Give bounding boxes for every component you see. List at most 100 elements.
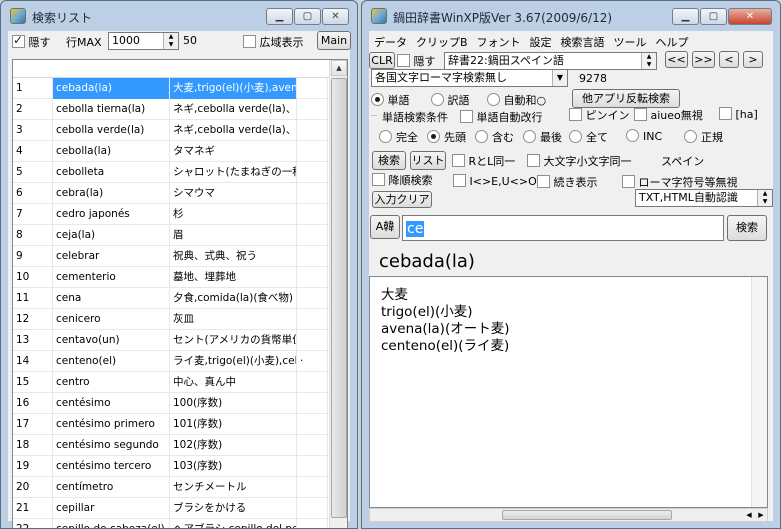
table-row[interactable]: 4 cebolla(la) タマネギ [13,141,347,162]
continue-display-checkbox[interactable]: 続き表示 [537,174,598,190]
menu-tools[interactable]: ツール [609,31,651,50]
menu-settings[interactable]: 設定 [525,31,556,50]
table-row[interactable]: 6 cebra(la) シマウマ [13,183,347,204]
romaji-ignore-check-icon[interactable] [622,175,635,188]
reverse-order-checkbox[interactable]: 降順検索 [372,172,433,188]
minimize-button[interactable]: ▁ [672,8,699,25]
row-max-spinner[interactable]: 1000 ▲ ▼ [108,32,179,50]
case-same-check-icon[interactable] [527,154,540,167]
mode-word-radio[interactable]: 単語 [371,92,410,108]
table-row[interactable]: 22 cepillo de cabeza(el) ヘアブラシ,cepillo del… [13,519,347,528]
menu-clipboard[interactable]: クリップB [411,31,472,50]
radio-icon[interactable] [523,130,536,143]
maximize-button[interactable]: ▢ [700,8,727,25]
hide-checkbox[interactable]: 隠す [397,53,436,69]
table-row[interactable]: 19 centésimo tercero 103(序数) [13,456,347,477]
hide-check-icon[interactable] [397,54,410,67]
result-text-area[interactable]: 大麦 trigo(el)(小麦) avena(la)(オート麦) centeno(el… [369,276,768,508]
scroll-right-icon[interactable]: ▶ [755,509,767,521]
table-row[interactable]: 2 cebolla tierna(la) ネギ,cebolla verde(la)、… [13,99,347,120]
radio-icon[interactable] [626,129,639,142]
table-row[interactable]: 1cebada(la)大麦,trigo(el)(小麦),avena(la) [13,78,347,99]
ha-check-icon[interactable] [719,107,732,120]
minimize-button[interactable]: ▁ [266,8,293,25]
chevron-down-icon[interactable]: ▼ [552,70,567,86]
vertical-scrollbar[interactable] [751,277,767,507]
wide-display-checkbox[interactable]: 広域表示 [243,34,304,50]
encoding-select[interactable]: TXT,HTML自動認識 ▲ ▼ [635,189,773,207]
table-row[interactable]: 9 celebrar 祝典、式典、祝う [13,246,347,267]
vowel-swap-check-icon[interactable] [453,174,466,187]
wide-display-check-icon[interactable] [243,35,256,48]
list-button[interactable]: リスト [410,151,446,170]
romaji-select[interactable]: 各国文字ローマ字検索無し ▼ [371,69,568,87]
case-same-checkbox[interactable]: 大文字小文字同一 [527,153,632,169]
input-clear-button[interactable]: 入力クリア [372,191,432,208]
menu-help[interactable]: ヘルプ [651,31,693,50]
select-arrows-icon[interactable]: ▲ ▼ [757,190,772,206]
match-radio-3[interactable]: 最後 [523,129,562,145]
scroll-up-icon[interactable]: ▲ [331,60,347,76]
select-arrows-icon[interactable]: ▲ ▼ [641,53,656,69]
reverse-order-check-icon[interactable] [372,173,385,186]
table-row[interactable]: 16 centésimo 100(序数) [13,393,347,414]
radio-icon[interactable] [569,130,582,143]
match-radio-0[interactable]: 完全 [379,129,418,145]
first-button[interactable]: << [665,51,688,68]
dictionary-select[interactable]: 辞書22:鍋田スペイン語 ▲ ▼ [444,52,657,70]
main-button[interactable]: Main [317,31,351,50]
title-bar[interactable]: 検索リスト ▁ ▢ ✕ [1,1,357,31]
table-row[interactable]: 15 centro 中心、真ん中 [13,372,347,393]
clr-button[interactable]: CLR [369,52,395,69]
close-button[interactable]: ✕ [728,8,772,25]
korean-input-button[interactable]: A韓 [370,215,400,239]
table-row[interactable]: 18 centésimo segundo 102(序数) [13,435,347,456]
prev-button[interactable]: < [719,51,739,68]
table-row[interactable]: 14centeno(el)ライ麦,trigo(el)(小麦),cebada· [13,351,347,372]
match-radio-1[interactable]: 先頭 [427,129,466,145]
reverse-search-button[interactable]: 他アプリ反転検索 [572,89,680,108]
auto-newline-check-icon[interactable] [460,110,473,123]
radio-icon[interactable] [379,130,392,143]
search-result-list[interactable]: 1cebada(la)大麦,trigo(el)(小麦),avena(la)2ce… [12,59,348,528]
rl-same-checkbox[interactable]: RとL同一 [452,153,515,169]
romaji-ignore-checkbox[interactable]: ローマ字符号等無視 [622,174,738,190]
continue-display-check-icon[interactable] [537,175,550,188]
table-row[interactable]: 7 cedro japonés 杉 [13,204,347,225]
vowel-swap-checkbox[interactable]: I<>E,U<>O [453,174,537,188]
match-radio-6[interactable]: 正規 [684,129,723,145]
radio-icon[interactable] [487,93,500,106]
table-row[interactable]: 11 cena 夕食,comida(la)(食べ物) [13,288,347,309]
last-button[interactable]: >> [692,51,715,68]
ha-checkbox[interactable]: [ha] [719,107,758,121]
mode-translation-radio[interactable]: 訳語 [431,92,470,108]
search-go-button[interactable]: 検索 [727,215,767,241]
pinyin-checkbox[interactable]: ピンイン [569,107,630,123]
maximize-button[interactable]: ▢ [294,8,321,25]
h-scroll-thumb[interactable] [502,510,672,520]
table-row[interactable]: 17 centésimo primero 101(序数) [13,414,347,435]
scroll-thumb[interactable] [331,78,347,518]
match-radio-2[interactable]: 含む [475,129,514,145]
table-row[interactable]: 13 centavo(un) セント(アメリカの貨幣単位) [13,330,347,351]
table-row[interactable]: 20 centímetro センチメートル [13,477,347,498]
aiueo-checkbox[interactable]: aiueo無視 [634,107,703,123]
table-row[interactable]: 21 cepillar ブラシをかける [13,498,347,519]
radio-icon[interactable] [427,130,440,143]
menu-data[interactable]: データ [369,31,411,50]
spinner-arrows-icon[interactable]: ▲ ▼ [163,33,178,49]
vertical-scrollbar[interactable]: ▲ ▼ [329,60,347,528]
radio-icon[interactable] [475,130,488,143]
match-radio-5[interactable]: INC [626,129,662,143]
table-row[interactable]: 12 cenicero 灰皿 [13,309,347,330]
table-row[interactable]: 10 cementerio 墓地、埋葬地 [13,267,347,288]
auto-newline-checkbox[interactable]: 単語自動改行 [460,109,543,125]
search-input[interactable]: ce [402,215,724,241]
next-button[interactable]: > [743,51,763,68]
horizontal-scrollbar[interactable]: ◀ ▶ [369,508,768,522]
mode-auto-radio[interactable]: 自動和○ [487,92,546,108]
search-input-value[interactable]: ce [406,221,425,237]
close-button[interactable]: ✕ [322,8,349,25]
title-bar[interactable]: 鍋田辞書WinXP版Ver 3.67(2009/6/12) ▁ ▢ ✕ [362,1,780,31]
radio-icon[interactable] [431,93,444,106]
